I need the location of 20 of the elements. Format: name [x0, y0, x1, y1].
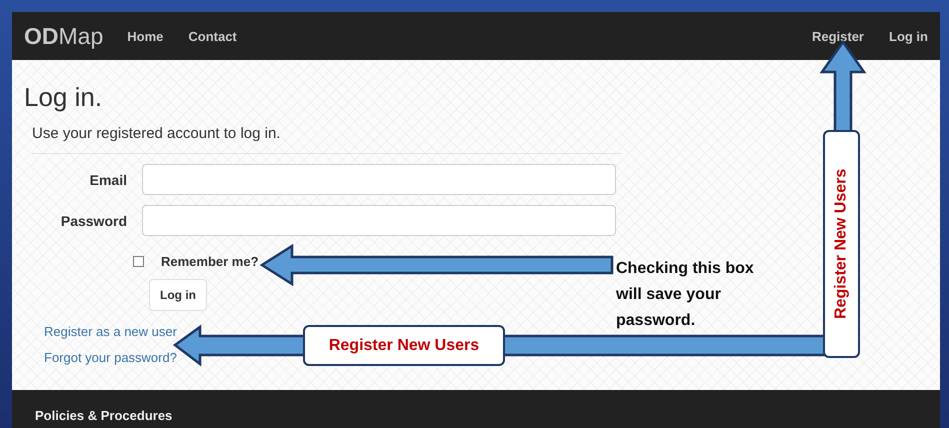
field-label: Password	[60, 212, 127, 228]
callout-label: Register New Users	[303, 325, 505, 366]
nav-link[interactable]: Log in	[889, 28, 928, 44]
page-subtitle: Use your registered account to log in.	[32, 125, 282, 143]
nav-link[interactable]: Home	[127, 28, 164, 44]
remember-label: Remember me?	[161, 254, 259, 269]
page-title: Log in.	[24, 82, 104, 112]
input-field[interactable]	[142, 205, 616, 236]
remember-checkbox[interactable]	[133, 256, 144, 267]
annotation-note: Checking this box will save your password.	[616, 259, 755, 331]
login-button[interactable]: Log in	[149, 279, 207, 311]
input-field[interactable]	[142, 164, 616, 195]
nav-link[interactable]: Contact	[188, 28, 237, 44]
text-link[interactable]: Register as a new user	[44, 324, 177, 339]
brand-logo[interactable]: ODMap	[24, 22, 104, 50]
nav-link[interactable]: Register	[812, 28, 864, 44]
text-link[interactable]: Forgot your password?	[44, 350, 177, 365]
field-label: Email	[88, 172, 127, 188]
callout-label: Register New Users	[823, 130, 860, 358]
footer-heading: Policies & Procedures	[35, 408, 172, 423]
